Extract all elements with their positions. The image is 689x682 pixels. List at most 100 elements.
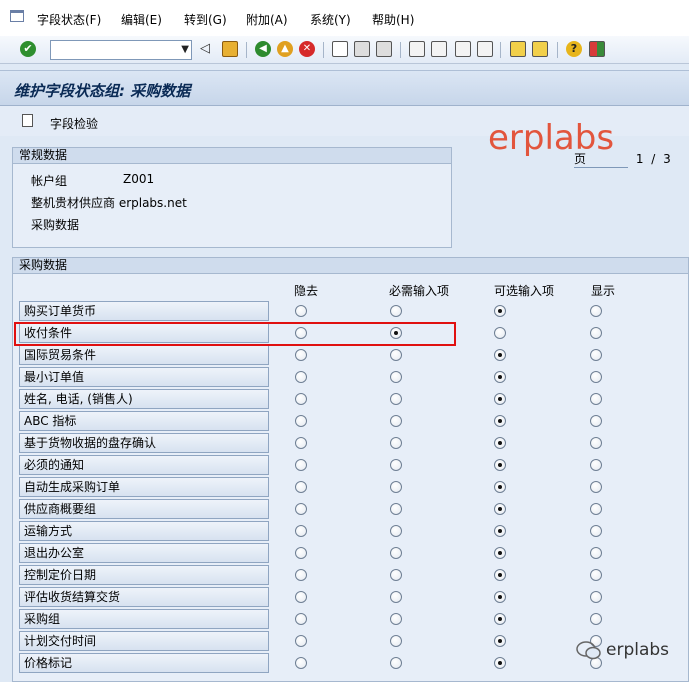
command-field[interactable]: ▼ [50, 40, 192, 60]
field-row: 最小订单值 [19, 367, 269, 387]
radio-suppress[interactable] [295, 613, 307, 625]
radio-optional[interactable] [494, 349, 506, 361]
radio-display[interactable] [590, 305, 602, 317]
menu-help[interactable]: 帮助(H) [372, 11, 414, 28]
system-menu-icon[interactable] [10, 10, 24, 22]
menu-extras[interactable]: 附加(A) [246, 11, 288, 28]
next-page-icon[interactable] [455, 41, 471, 57]
radio-optional[interactable] [494, 371, 506, 383]
find-next-icon[interactable] [376, 41, 392, 57]
radio-optional[interactable] [494, 327, 506, 339]
radio-required[interactable] [390, 371, 402, 383]
session-icon[interactable] [510, 41, 526, 57]
standard-toolbar: ✔ ▼ ◁ ◀ ▲ ✕ ? [0, 36, 689, 64]
radio-required[interactable] [390, 503, 402, 515]
radio-optional[interactable] [494, 393, 506, 405]
radio-required[interactable] [390, 415, 402, 427]
radio-required[interactable] [390, 525, 402, 537]
radio-required[interactable] [390, 635, 402, 647]
radio-required[interactable] [390, 305, 402, 317]
last-page-icon[interactable] [477, 41, 493, 57]
save-icon[interactable] [222, 41, 238, 57]
radio-suppress[interactable] [295, 525, 307, 537]
radio-display[interactable] [590, 327, 602, 339]
title-bar: 维护字段状态组: 采购数据 [0, 70, 689, 106]
radio-suppress[interactable] [295, 349, 307, 361]
radio-display[interactable] [590, 371, 602, 383]
radio-display[interactable] [590, 591, 602, 603]
radio-suppress[interactable] [295, 305, 307, 317]
menu-edit[interactable]: 编辑(E) [121, 11, 162, 28]
radio-required[interactable] [390, 481, 402, 493]
shortcut-icon[interactable] [532, 41, 548, 57]
radio-suppress[interactable] [295, 415, 307, 427]
radio-display[interactable] [590, 349, 602, 361]
radio-optional[interactable] [494, 657, 506, 669]
check-icon[interactable]: ✔ [20, 41, 36, 57]
radio-optional[interactable] [494, 415, 506, 427]
find-icon[interactable] [354, 41, 370, 57]
radio-display[interactable] [590, 459, 602, 471]
radio-required[interactable] [390, 547, 402, 559]
menu-goto[interactable]: 转到(G) [184, 11, 227, 28]
radio-display[interactable] [590, 393, 602, 405]
radio-suppress[interactable] [295, 657, 307, 669]
radio-optional[interactable] [494, 481, 506, 493]
radio-display[interactable] [590, 415, 602, 427]
radio-optional[interactable] [494, 437, 506, 449]
radio-required[interactable] [390, 459, 402, 471]
radio-required[interactable] [390, 657, 402, 669]
radio-display[interactable] [590, 569, 602, 581]
field-check-icon[interactable] [22, 114, 33, 127]
radio-required[interactable] [390, 437, 402, 449]
radio-optional[interactable] [494, 547, 506, 559]
radio-optional[interactable] [494, 305, 506, 317]
menu-system[interactable]: 系统(Y) [310, 11, 351, 28]
radio-required[interactable] [390, 613, 402, 625]
yellow-arrow-icon[interactable]: ▲ [277, 41, 293, 57]
customize-icon[interactable] [589, 41, 605, 57]
green-arrow-icon[interactable]: ◀ [255, 41, 271, 57]
radio-suppress[interactable] [295, 591, 307, 603]
radio-optional[interactable] [494, 503, 506, 515]
radio-display[interactable] [590, 437, 602, 449]
radio-optional[interactable] [494, 613, 506, 625]
radio-display[interactable] [590, 613, 602, 625]
radio-optional[interactable] [494, 569, 506, 581]
radio-optional[interactable] [494, 635, 506, 647]
radio-suppress[interactable] [295, 459, 307, 471]
radio-display[interactable] [590, 525, 602, 537]
print-icon[interactable] [332, 41, 348, 57]
radio-required[interactable] [390, 569, 402, 581]
radio-suppress[interactable] [295, 371, 307, 383]
radio-suppress[interactable] [295, 503, 307, 515]
radio-required[interactable] [390, 349, 402, 361]
chevron-down-icon[interactable]: ▼ [181, 44, 189, 55]
radio-suppress[interactable] [295, 547, 307, 559]
radio-suppress[interactable] [295, 393, 307, 405]
radio-optional[interactable] [494, 591, 506, 603]
prev-page-icon[interactable] [431, 41, 447, 57]
radio-display[interactable] [590, 481, 602, 493]
radio-display[interactable] [590, 547, 602, 559]
field-check-button[interactable]: 字段检验 [50, 115, 98, 132]
vendor-label: 整机贵材供应商 erplabs.net [31, 196, 187, 210]
radio-suppress[interactable] [295, 569, 307, 581]
radio-suppress[interactable] [295, 635, 307, 647]
radio-suppress[interactable] [295, 481, 307, 493]
radio-required[interactable] [390, 591, 402, 603]
back-icon[interactable]: ◁ [200, 41, 216, 57]
radio-suppress[interactable] [295, 437, 307, 449]
radio-required[interactable] [390, 393, 402, 405]
radio-optional[interactable] [494, 459, 506, 471]
radio-display[interactable] [590, 503, 602, 515]
menu-field-status[interactable]: 字段状态(F) [37, 11, 101, 28]
toolbar-separator [400, 42, 401, 58]
column-suppress: 隐去 [294, 284, 319, 298]
first-page-icon[interactable] [409, 41, 425, 57]
field-row: 供应商概要组 [19, 499, 269, 519]
red-cancel-icon[interactable]: ✕ [299, 41, 315, 57]
field-row: 价格标记 [19, 653, 269, 673]
help-icon[interactable]: ? [566, 41, 582, 57]
radio-optional[interactable] [494, 525, 506, 537]
